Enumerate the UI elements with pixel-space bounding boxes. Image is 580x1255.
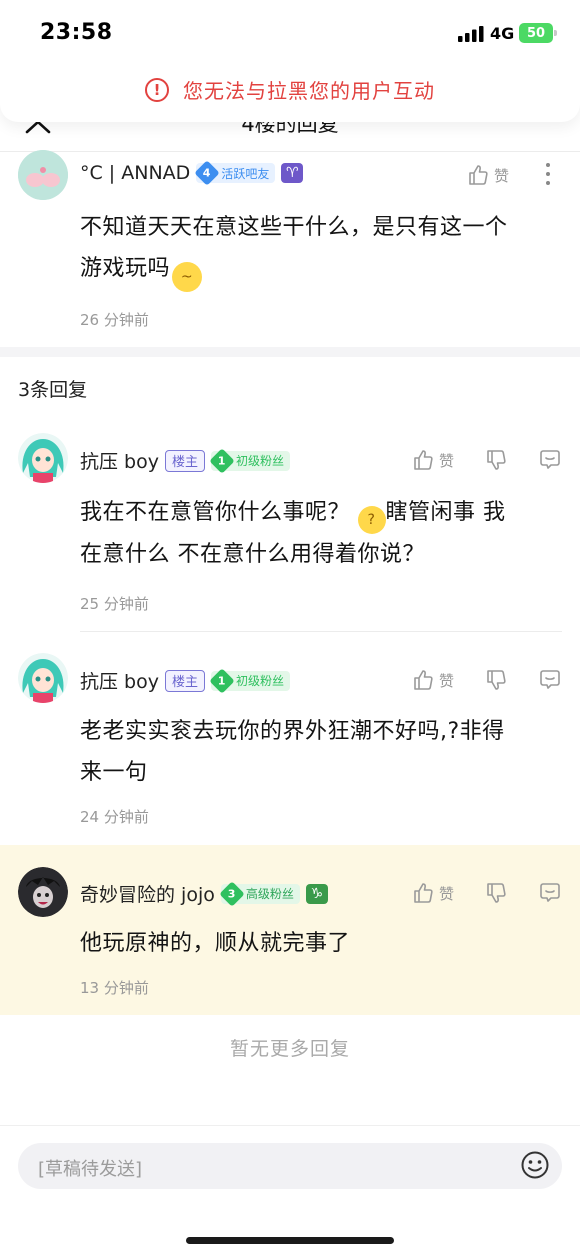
fan-badge: 3 高级粉丝 — [219, 880, 300, 907]
header-divider — [0, 151, 580, 152]
thumbs-up-icon — [414, 883, 433, 903]
comment-icon[interactable] — [538, 668, 562, 692]
signal-icon — [458, 26, 484, 42]
owner-tag: 楼主 — [164, 669, 205, 692]
main-comment-header: °C | ANNAD 4 活跃吧友 ♈ — [80, 160, 304, 186]
badge-label: 高级粉丝 — [245, 887, 294, 901]
like-label: 赞 — [439, 451, 455, 470]
reply-header: 奇妙冒险的 jojo 3 高级粉丝 ♑ — [80, 880, 328, 907]
reply-time: 25 分钟前 — [80, 595, 149, 613]
reply-count: 3条回复 — [18, 379, 88, 401]
like-label: 赞 — [439, 884, 455, 903]
level-gem-icon: 3 — [219, 880, 245, 907]
username[interactable]: 抗压 boy — [80, 667, 159, 694]
more-icon[interactable] — [545, 162, 551, 186]
comment-icon[interactable] — [538, 881, 562, 905]
reply-divider — [80, 631, 562, 632]
avatar[interactable] — [18, 433, 68, 483]
avatar-image — [18, 653, 68, 703]
zodiac-capricorn-icon: ♑ — [305, 883, 328, 904]
username[interactable]: 抗压 boy — [80, 447, 159, 474]
reply-content: 老老实实衮去玩你的界外狂潮不好吗,?非得 来一句 — [80, 719, 505, 785]
like-label: 赞 — [494, 166, 510, 185]
zodiac-aries-icon: ♈ — [281, 163, 304, 183]
level-gem-icon: 1 — [209, 667, 235, 694]
like-label: 赞 — [439, 671, 455, 690]
no-more-replies: 暂无更多回复 — [229, 1038, 350, 1060]
avatar-image — [18, 867, 68, 917]
level-gem-icon: 1 — [209, 447, 235, 474]
input-placeholder: [草稿待发送] — [38, 1159, 143, 1180]
thumbs-down-icon[interactable] — [484, 668, 508, 692]
thumbs-up-icon — [414, 450, 433, 470]
username[interactable]: °C | ANNAD — [80, 162, 190, 184]
reply-time: 13 分钟前 — [80, 979, 149, 997]
section-divider — [0, 347, 580, 357]
toast-content: ! 您无法与拉黑您的用户互动 — [0, 75, 580, 104]
thumbs-up-icon — [414, 670, 433, 690]
avatar[interactable] — [18, 867, 68, 917]
avatar[interactable] — [18, 150, 68, 200]
like-button[interactable]: 赞 — [411, 881, 454, 905]
reply-header: 抗压 boy 楼主 1 初级粉丝 — [80, 447, 291, 474]
main-comment-content: 不知道天天在意这些干什么，是只有这一个 游戏玩吗 ~ — [80, 207, 560, 292]
reply-content: 我在不在意管你什么事呢？ ? 瞎管闲事 我 在意什么 不在意什么用得着你说？ — [80, 500, 506, 567]
username[interactable]: 奇妙冒险的 jojo — [80, 880, 215, 907]
thinking-emoji-icon: ~ — [172, 262, 203, 292]
network-type: 4G — [490, 24, 515, 43]
thumbs-down-icon[interactable] — [484, 448, 508, 472]
warning-icon: ! — [145, 77, 169, 102]
reply-header: 抗压 boy 楼主 1 初级粉丝 — [80, 667, 291, 694]
fan-badge: 1 初级粉丝 — [209, 667, 291, 694]
comment-icon[interactable] — [538, 448, 562, 472]
reply-content: 他玩原神的，顺从就完事了 — [80, 931, 351, 956]
toast-message: 您无法与拉黑您的用户互动 — [183, 79, 435, 103]
status-time: 23:58 — [40, 20, 113, 45]
level-gem-icon: 4 — [194, 160, 221, 186]
badge-label: 初级粉丝 — [236, 674, 285, 688]
avatar-image — [18, 150, 68, 200]
emoji-icon[interactable] — [520, 1150, 550, 1180]
badge-label: 初级粉丝 — [236, 454, 285, 468]
thumbs-up-icon — [469, 165, 488, 185]
like-button[interactable]: 赞 — [411, 668, 454, 692]
comment-time: 26 分钟前 — [80, 311, 149, 329]
battery-icon: 50 — [519, 23, 557, 43]
avatar[interactable] — [18, 653, 68, 703]
thumbs-down-icon[interactable] — [484, 881, 508, 905]
avatar-image — [18, 433, 68, 483]
owner-tag: 楼主 — [164, 449, 205, 472]
input-divider — [0, 1125, 580, 1126]
like-button[interactable]: 赞 — [466, 163, 509, 187]
like-button[interactable]: 赞 — [411, 448, 454, 472]
fan-badge: 1 初级粉丝 — [209, 447, 291, 474]
battery-level: 50 — [526, 25, 546, 41]
reply-time: 24 分钟前 — [80, 808, 149, 826]
badge-label: 活跃吧友 — [221, 166, 270, 181]
active-badge: 4 活跃吧友 — [194, 160, 276, 186]
home-indicator — [186, 1237, 394, 1244]
confused-emoji-icon: ? — [357, 506, 386, 534]
